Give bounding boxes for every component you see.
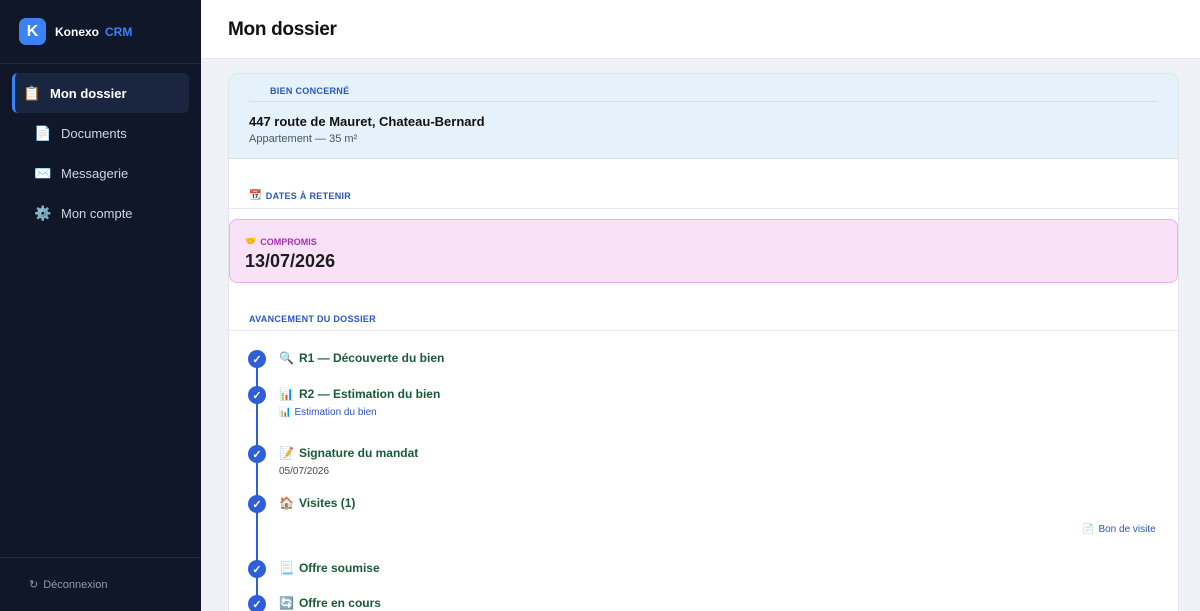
step-title-text: R1 — Découverte du bien — [298, 351, 445, 365]
sidebar-nav: 📋 Mon dossier 📄 Documents ✉️ Messagerie … — [0, 64, 201, 233]
compromis-card: 🤝 COMPROMIS 13/07/2026 — [229, 219, 1178, 283]
document-icon: 📄 — [34, 124, 52, 141]
compromis-date: 13/07/2026 — [245, 251, 336, 271]
step-title-text: Signature du mandat — [298, 446, 419, 460]
bien-address: 447 route de Mauret, Chateau-Bernard — [249, 114, 485, 129]
divider — [229, 208, 1178, 209]
step-title: 📃 Offre soumise — [279, 561, 380, 575]
sidebar-item-label: Mon dossier — [50, 85, 127, 101]
step-title-text: Offre soumise — [298, 561, 380, 575]
step-date: 05/07/2026 — [279, 466, 330, 477]
sidebar-item-label: Mon compte — [61, 205, 133, 221]
estimation-link-text: Estimation du bien — [294, 407, 377, 418]
sidebar-item-label: Documents — [61, 125, 127, 141]
avancement-section-label: AVANCEMENT DU DOSSIER — [249, 314, 376, 324]
divider — [229, 330, 1178, 331]
bon-de-visite-text: Bon de visite — [1098, 524, 1156, 535]
step-title: 🔄 Offre en cours — [279, 596, 381, 610]
dates-label-text: DATES À RETENIR — [265, 190, 352, 201]
sidebar-item-label: Messagerie — [61, 165, 129, 181]
sidebar-item-mon-dossier[interactable]: 📋 Mon dossier — [12, 73, 189, 113]
bien-panel: BIEN CONCERNÉ 447 route de Mauret, Chate… — [229, 74, 1178, 159]
sidebar: K Konexo CRM 📋 Mon dossier 📄 Documents ✉… — [0, 0, 201, 611]
step-title: 📊 R2 — Estimation du bien — [279, 387, 440, 401]
check-icon: ✓ — [248, 445, 266, 463]
step-title-text: Visites (1) — [298, 496, 356, 510]
sidebar-item-documents[interactable]: 📄 Documents — [12, 113, 189, 153]
compromis-label: 🤝 COMPROMIS — [245, 236, 317, 247]
page-icon: 📃 — [279, 561, 294, 575]
check-icon: ✓ — [248, 495, 266, 513]
bar-chart-icon: 📊 — [279, 407, 292, 418]
bar-chart-icon: 📊 — [279, 387, 294, 401]
sidebar-item-messagerie[interactable]: ✉️ Messagerie — [12, 153, 189, 193]
envelope-icon: ✉️ — [34, 164, 52, 181]
step-title: 🏠 Visites (1) — [279, 496, 355, 510]
dossier-card: BIEN CONCERNÉ 447 route de Mauret, Chate… — [228, 73, 1179, 611]
step-title: 📝 Signature du mandat — [279, 446, 418, 460]
step-title-text: Offre en cours — [298, 596, 381, 610]
house-icon: 🏠 — [279, 496, 294, 510]
clipboard-icon: 📋 — [23, 84, 41, 101]
konexo-logo-icon[interactable]: K — [19, 18, 46, 45]
compromis-label-text: COMPROMIS — [260, 236, 317, 247]
logout-button[interactable]: ↻ Déconnexion — [0, 557, 201, 611]
bon-de-visite-link[interactable]: 📄 Bon de visite — [1082, 524, 1156, 535]
step-title: 🔍 R1 — Découverte du bien — [279, 351, 444, 365]
document-icon: 📄 — [1082, 524, 1095, 535]
page-header: Mon dossier — [201, 0, 1200, 59]
sidebar-item-mon-compte[interactable]: ⚙️ Mon compte — [12, 193, 189, 233]
dates-section-label: 📆 DATES À RETENIR — [249, 190, 351, 201]
bien-section-label: BIEN CONCERNÉ — [270, 86, 350, 96]
estimation-link[interactable]: 📊 Estimation du bien — [279, 407, 377, 418]
step-title-text: R2 — Estimation du bien — [298, 387, 441, 401]
brand-name: Konexo — [55, 24, 100, 39]
brand: K Konexo CRM — [0, 0, 201, 64]
divider — [249, 101, 1158, 102]
page-title: Mon dossier — [228, 19, 337, 40]
check-icon: ✓ — [248, 350, 266, 368]
handshake-icon: 🤝 — [245, 236, 257, 246]
gear-icon: ⚙️ — [34, 204, 52, 221]
check-icon: ✓ — [248, 386, 266, 404]
bien-type: Appartement — 35 m² — [249, 133, 358, 145]
check-icon: ✓ — [248, 560, 266, 578]
magnifier-icon: 🔍 — [279, 351, 294, 365]
calendar-icon: 📆 — [249, 190, 262, 201]
brand-suffix: CRM — [105, 24, 133, 39]
refresh-icon: 🔄 — [279, 596, 294, 610]
check-icon: ✓ — [248, 595, 266, 611]
memo-icon: 📝 — [279, 446, 294, 460]
logout-icon: ↻ — [29, 579, 39, 591]
logout-label: Déconnexion — [43, 578, 108, 591]
